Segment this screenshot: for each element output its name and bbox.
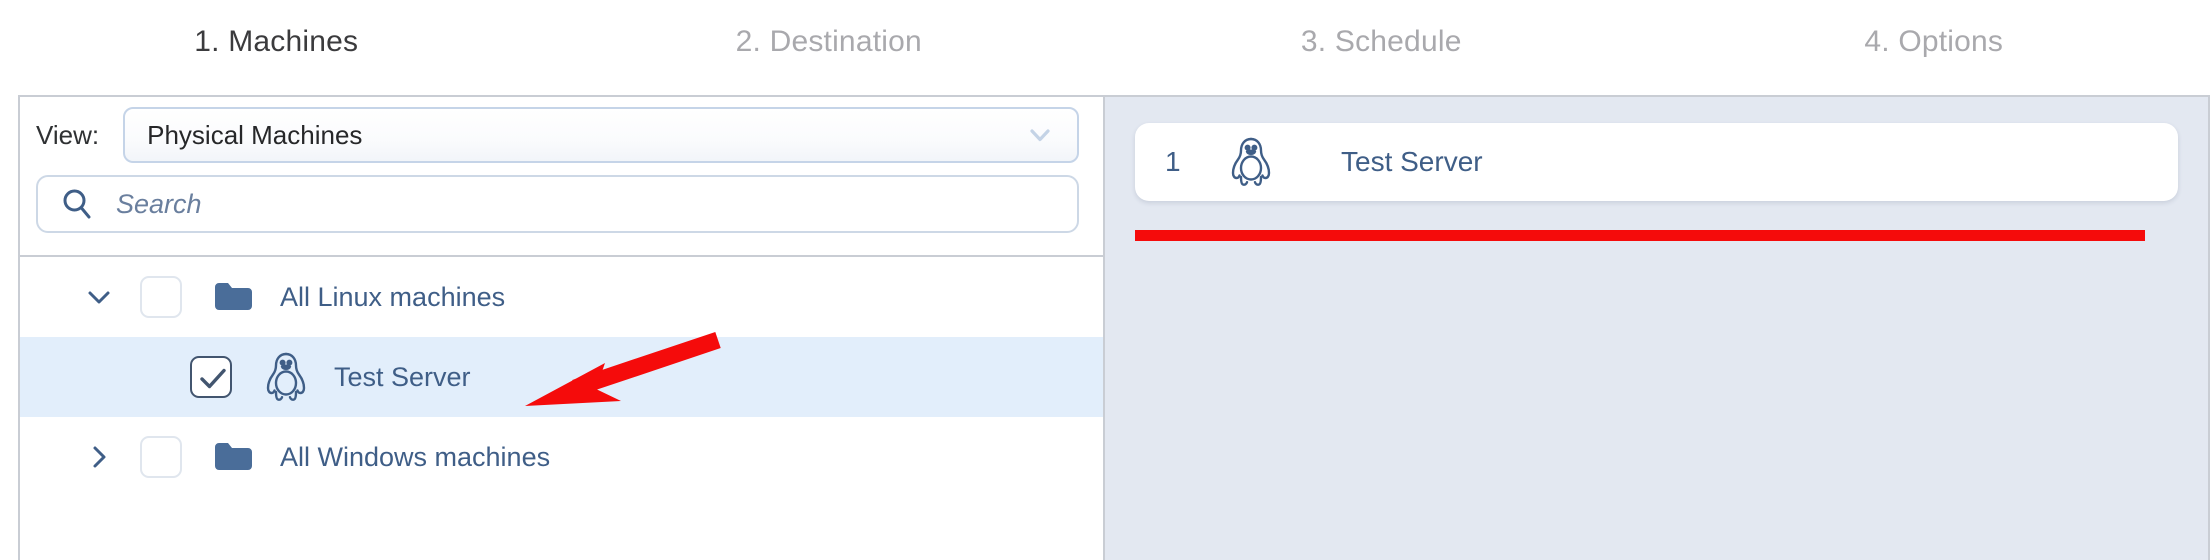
tab-options[interactable]: 4. Options	[1658, 23, 2210, 57]
wizard-step-tabs: 1. Machines 2. Destination 3. Schedule 4…	[0, 0, 2210, 80]
panes-container: View: Physical Machines Search All Linux…	[18, 95, 2210, 560]
tree-row-test-server[interactable]: Test Server	[20, 337, 1103, 417]
machine-tree: All Linux machines Test Server All Windo…	[20, 257, 1103, 497]
view-label: View:	[36, 119, 100, 150]
checkbox-all-windows-machines[interactable]	[140, 436, 182, 478]
selected-machine-card[interactable]: 1 Test Server	[1135, 123, 2178, 201]
tree-label: Test Server	[334, 361, 471, 392]
selected-machine-index: 1	[1165, 146, 1181, 177]
tree-row-all-windows-machines[interactable]: All Windows machines	[20, 417, 1103, 497]
tux-penguin-icon	[1227, 136, 1275, 188]
view-row: View: Physical Machines	[20, 97, 1103, 173]
folder-icon	[212, 280, 254, 314]
search-row: Search	[20, 173, 1103, 233]
tab-destination[interactable]: 2. Destination	[553, 23, 1106, 57]
folder-icon	[212, 440, 254, 474]
tree-label: All Linux machines	[280, 281, 506, 312]
checkbox-all-linux-machines[interactable]	[140, 276, 182, 318]
selected-machine-label: Test Server	[1341, 146, 1483, 177]
tab-machines[interactable]: 1. Machines	[0, 23, 553, 57]
tab-schedule[interactable]: 3. Schedule	[1105, 23, 1658, 57]
machine-browser-panel: View: Physical Machines Search All Linux…	[18, 95, 1105, 560]
chevron-down-icon	[1027, 122, 1053, 148]
checkbox-test-server[interactable]	[190, 356, 232, 398]
chevron-right-icon[interactable]	[82, 440, 116, 474]
tux-penguin-icon	[262, 351, 310, 403]
search-placeholder: Search	[116, 188, 202, 219]
view-dropdown-value: Physical Machines	[147, 119, 363, 150]
search-icon	[60, 187, 94, 221]
selected-machines-panel: 1 Test Server	[1105, 95, 2210, 560]
search-input[interactable]: Search	[36, 175, 1079, 233]
view-dropdown[interactable]: Physical Machines	[123, 107, 1079, 163]
annotation-underline	[1135, 230, 2145, 241]
chevron-down-icon[interactable]	[82, 280, 116, 314]
tree-label: All Windows machines	[280, 441, 551, 472]
backup-wizard-machines-step: 1. Machines 2. Destination 3. Schedule 4…	[0, 0, 2210, 560]
tree-row-all-linux-machines[interactable]: All Linux machines	[20, 257, 1103, 337]
